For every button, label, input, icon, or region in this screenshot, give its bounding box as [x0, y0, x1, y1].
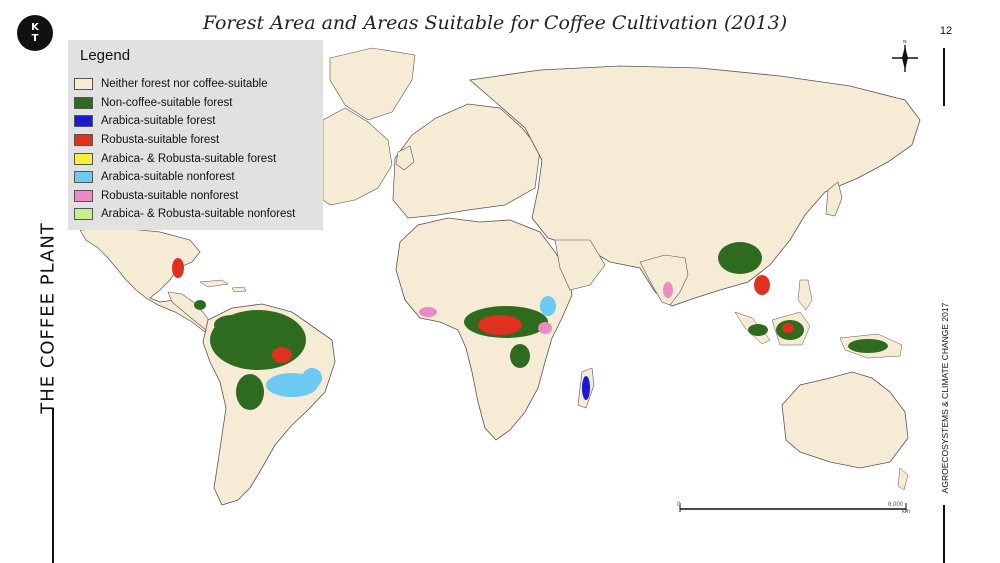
scale-bar — [679, 503, 907, 512]
legend-swatch — [74, 171, 93, 184]
legend-item: Arabica- & Robusta-suitable nonforest — [74, 205, 295, 224]
north-america-north-landmass — [322, 107, 393, 206]
compass-rose-icon — [892, 45, 918, 72]
caribbean-islands — [199, 279, 247, 293]
legend-item: Arabica-suitable nonforest — [74, 168, 295, 187]
legend-title: Legend — [80, 47, 131, 64]
logo-letter-t: T — [31, 33, 39, 44]
legend-label: Non-coffee-suitable forest — [101, 96, 233, 109]
legend-label: Arabica-suitable nonforest — [101, 171, 235, 184]
legend-item: Neither forest nor coffee-suitable — [74, 75, 295, 94]
side-caption-text: AGROECOSYSTEMS & CLIMATE CHANGE 2017 — [940, 302, 950, 493]
legend-swatch — [74, 134, 93, 147]
new-zealand-landmass — [897, 467, 909, 491]
legend-item: Arabica-suitable forest — [74, 112, 295, 131]
legend-swatch — [74, 78, 93, 91]
side-caption: AGROECOSYSTEMS & CLIMATE CHANGE 2017 — [932, 295, 958, 500]
legend-item: Robusta-suitable forest — [74, 131, 295, 150]
legend-label: Arabica-suitable forest — [101, 115, 216, 128]
legend-label: Arabica- & Robusta-suitable forest — [101, 152, 277, 165]
scale-unit-label: km — [902, 509, 910, 515]
side-title-text: THE COFFEE PLANT — [37, 222, 59, 414]
legend-label: Neither forest nor coffee-suitable — [101, 78, 268, 91]
legend-swatch — [74, 189, 93, 202]
side-title: THE COFFEE PLANT — [35, 222, 61, 414]
legend-item: Robusta-suitable nonforest — [74, 187, 295, 206]
legend-swatch — [74, 115, 93, 128]
australia-landmass — [781, 371, 909, 469]
legend-swatch — [74, 96, 93, 109]
legend-label: Robusta-suitable nonforest — [101, 189, 239, 202]
kt-logo: K T — [17, 15, 53, 51]
logo-letter-k: K — [31, 22, 39, 33]
philippines-landmass — [797, 279, 813, 311]
legend-list: Neither forest nor coffee-suitable Non-c… — [74, 75, 295, 224]
map-title: Forest Area and Areas Suitable for Coffe… — [202, 12, 788, 34]
legend-label: Arabica- & Robusta-suitable nonforest — [101, 208, 296, 221]
legend-swatch — [74, 208, 93, 221]
legend-label: Robusta-suitable forest — [101, 134, 220, 147]
legend-item: Non-coffee-suitable forest — [74, 94, 295, 113]
right-divider-bottom — [943, 505, 945, 563]
scale-end-label: 8,000 — [888, 502, 904, 508]
legend-item: Arabica- & Robusta-suitable forest — [74, 149, 295, 168]
compass-north-label: N — [903, 40, 907, 45]
map-legend: Legend Neither forest nor coffee-suitabl… — [68, 40, 323, 230]
page-number: 12 — [939, 25, 953, 37]
right-divider-top — [943, 48, 945, 106]
legend-swatch — [74, 152, 93, 165]
left-divider-line — [52, 408, 54, 563]
